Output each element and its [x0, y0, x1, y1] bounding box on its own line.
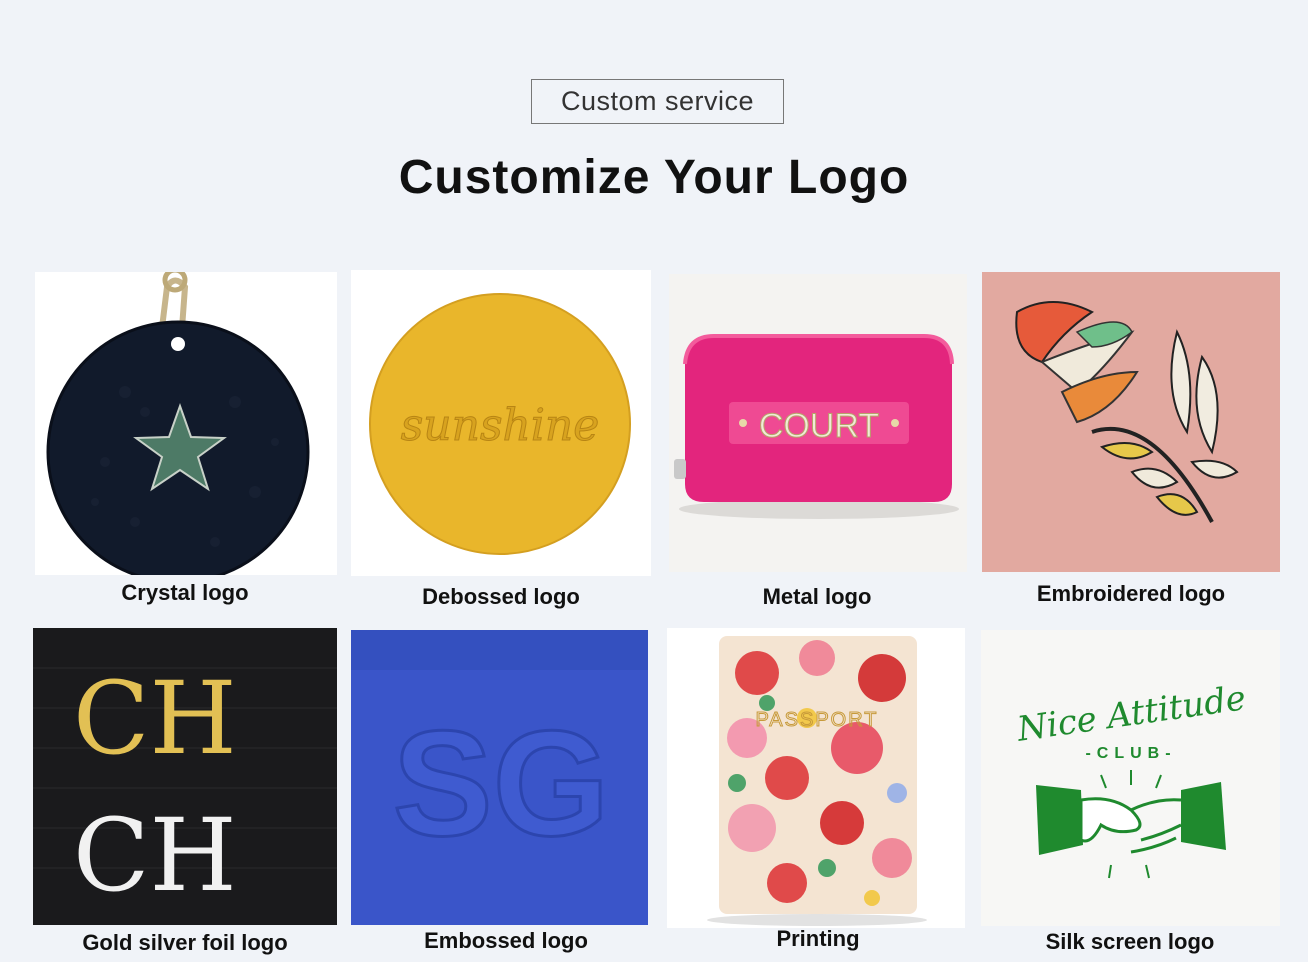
metal-text: COURT [759, 407, 879, 445]
crystal-logo-caption: Crystal logo [121, 580, 249, 605]
custom-service-label: Custom service [560, 86, 755, 116]
custom-service-tag: Custom service [531, 79, 784, 124]
debossed-logo-image: sunshine [351, 270, 651, 576]
printing-logo-image: PASSPORT [667, 628, 965, 928]
silk-screen-logo-image: Nice Attitude -CLUB- [981, 630, 1280, 926]
debossed-logo-caption: Debossed logo [422, 584, 580, 609]
silk-screen-club-text: -CLUB- [1085, 745, 1176, 762]
silk-screen-logo-caption: Silk screen logo [1045, 929, 1215, 954]
metal-logo-image: COURT [669, 274, 967, 572]
crystal-logo-image [35, 272, 337, 575]
embossed-text: SG [393, 699, 610, 867]
page-title: Customize Your Logo [398, 151, 910, 204]
printing-logo-caption: Printing [776, 926, 860, 951]
debossed-text: sunshine [401, 400, 600, 451]
embroidered-logo-caption: Embroidered logo [1036, 581, 1226, 606]
silver-foil-text: CH [73, 797, 237, 914]
metal-logo-caption: Metal logo [762, 584, 872, 609]
gold-silver-foil-logo-image: CH CH [33, 628, 337, 925]
gold-foil-text: CH [73, 660, 237, 777]
gold-silver-foil-logo-caption: Gold silver foil logo [82, 930, 288, 955]
passport-text: PASSPORT [755, 709, 878, 731]
embossed-logo-caption: Embossed logo [424, 928, 588, 953]
embossed-logo-image: SG [351, 630, 648, 925]
embroidered-logo-image [982, 272, 1280, 572]
